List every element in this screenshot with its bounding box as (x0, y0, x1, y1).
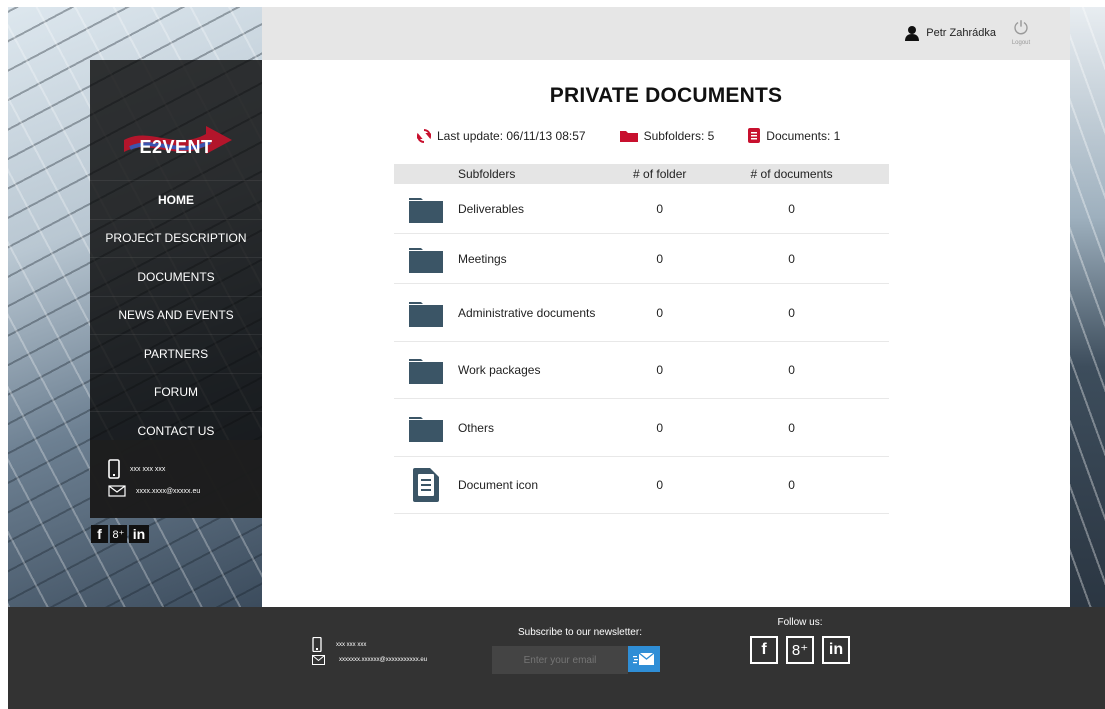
facebook-icon[interactable]: f (91, 525, 108, 543)
footer-phone: xxx xxx xxx (312, 637, 427, 652)
folder-count: 0 (656, 305, 664, 320)
nav-documents[interactable]: DOCUMENTS (90, 257, 262, 296)
brand-name: E2VENT (139, 137, 213, 157)
nav-partners[interactable]: PARTNERS (90, 334, 262, 373)
background-right-strip (1066, 7, 1105, 607)
facebook-icon[interactable]: f (750, 636, 778, 664)
nav-project-description[interactable]: PROJECT DESCRIPTION (90, 218, 262, 258)
phone-icon (108, 459, 120, 479)
document-name[interactable]: Document icon (458, 478, 625, 492)
logout-button[interactable]: ⏻ Logout (1006, 19, 1036, 46)
table-row[interactable]: Meetings 0 0 (394, 234, 889, 284)
last-update-text: Last update: 06/11/13 08:57 (437, 128, 586, 143)
folder-name[interactable]: Deliverables (458, 202, 625, 216)
user-info[interactable]: Petr Zahrádka (904, 25, 996, 41)
send-mail-icon (633, 652, 655, 665)
sidebar-email[interactable]: xxxx.xxxx@xxxxx.eu (90, 480, 262, 502)
stats-bar: Last update: 06/11/13 08:57 Subfolders: … (417, 128, 874, 143)
table-row[interactable]: Administrative documents 0 0 (394, 284, 889, 342)
top-bar: Petr Zahrádka ⏻ Logout (262, 7, 1070, 60)
google-plus-icon[interactable]: 8⁺ (110, 525, 127, 543)
linkedin-icon[interactable]: in (129, 525, 149, 543)
mail-icon (312, 654, 325, 665)
folder-icon[interactable] (408, 356, 443, 384)
sidebar-contact: xxx xxx xxx xxxx.xxxx@xxxxx.eu (90, 440, 262, 518)
page-title: PRIVATE DOCUMENTS (549, 84, 783, 107)
documents-table: Subfolders # of folder # of documents De… (394, 164, 889, 514)
follow-label: Follow us: (777, 617, 823, 628)
document-count: 0 (788, 478, 795, 492)
nav-home[interactable]: HOME (90, 180, 262, 219)
folder-name[interactable]: Meetings (458, 252, 625, 266)
folder-icon[interactable] (408, 245, 443, 273)
red-document-icon (748, 128, 761, 143)
subfolders-stat: Subfolders: 5 (619, 128, 715, 143)
document-count: 0 (788, 251, 795, 266)
footer: xxx xxx xxx xxxxxxx.xxxxxx@xxxxxxxxxxx.e… (8, 607, 1105, 709)
mail-icon (108, 485, 126, 497)
header-folders: # of folder (633, 167, 687, 181)
nav-forum[interactable]: FORUM (90, 372, 262, 412)
folder-count: 0 (656, 478, 664, 492)
folder-name[interactable]: Others (458, 421, 625, 435)
linkedin-icon[interactable]: in (822, 636, 850, 664)
follow-us: Follow us: f 8⁺ in (750, 617, 850, 664)
user-name: Petr Zahrádka (926, 27, 996, 39)
folder-icon[interactable] (408, 414, 443, 442)
subfolders-text: Subfolders: 5 (643, 128, 715, 143)
folder-count: 0 (656, 363, 664, 377)
header-subfolders: Subfolders (457, 167, 516, 181)
newsletter: Subscribe to our newsletter: (490, 627, 670, 674)
folder-name[interactable]: Administrative documents (458, 306, 625, 320)
power-icon: ⏻ (1013, 18, 1029, 38)
last-update-stat: Last update: 06/11/13 08:57 (417, 128, 586, 143)
newsletter-email-input[interactable] (492, 646, 628, 674)
sidebar-phone: xxx xxx xxx (90, 458, 262, 480)
red-folder-icon (619, 131, 638, 142)
table-row[interactable]: Others 0 0 (394, 399, 889, 457)
folder-count: 0 (656, 251, 664, 266)
folder-name[interactable]: Work packages (458, 363, 625, 377)
table-row[interactable]: Document icon 0 0 (394, 457, 889, 514)
newsletter-submit-button[interactable] (628, 646, 660, 672)
table-row[interactable]: Work packages 0 0 (394, 342, 889, 399)
main-content: PRIVATE DOCUMENTS Last update: 06/11/13 … (262, 60, 1070, 607)
newsletter-label: Subscribe to our newsletter: (518, 627, 642, 638)
footer-contact: xxx xxx xxx xxxxxxx.xxxxxx@xxxxxxxxxxx.e… (312, 637, 427, 667)
nav-news-and-events[interactable]: NEWS AND EVENTS (90, 295, 262, 335)
document-count: 0 (788, 420, 795, 435)
sidebar-social: f 8⁺ in (91, 525, 149, 543)
footer-email[interactable]: xxxxxxx.xxxxxx@xxxxxxxxxxx.eu (312, 652, 427, 667)
documents-stat: Documents: 1 (748, 128, 840, 143)
folder-count: 0 (656, 420, 664, 435)
documents-text: Documents: 1 (766, 128, 841, 143)
sidebar: E2VENT HOME PROJECT DESCRIPTION DOCUMENT… (90, 60, 262, 518)
table-header: Subfolders # of folder # of documents (394, 164, 889, 184)
document-count: 0 (788, 201, 795, 216)
folder-icon[interactable] (408, 195, 443, 223)
logout-label: Logout (1011, 40, 1031, 46)
folder-icon[interactable] (408, 299, 443, 327)
header-documents: # of documents (750, 167, 833, 181)
main-nav: HOME PROJECT DESCRIPTION DOCUMENTS NEWS … (90, 180, 262, 450)
document-count: 0 (788, 305, 795, 320)
phone-icon (312, 637, 322, 652)
document-count: 0 (788, 363, 795, 377)
table-row[interactable]: Deliverables 0 0 (394, 184, 889, 234)
google-plus-icon[interactable]: 8⁺ (786, 636, 814, 664)
refresh-icon (417, 128, 431, 143)
folder-count: 0 (656, 201, 664, 216)
user-icon (905, 26, 920, 41)
document-icon[interactable] (412, 468, 439, 502)
